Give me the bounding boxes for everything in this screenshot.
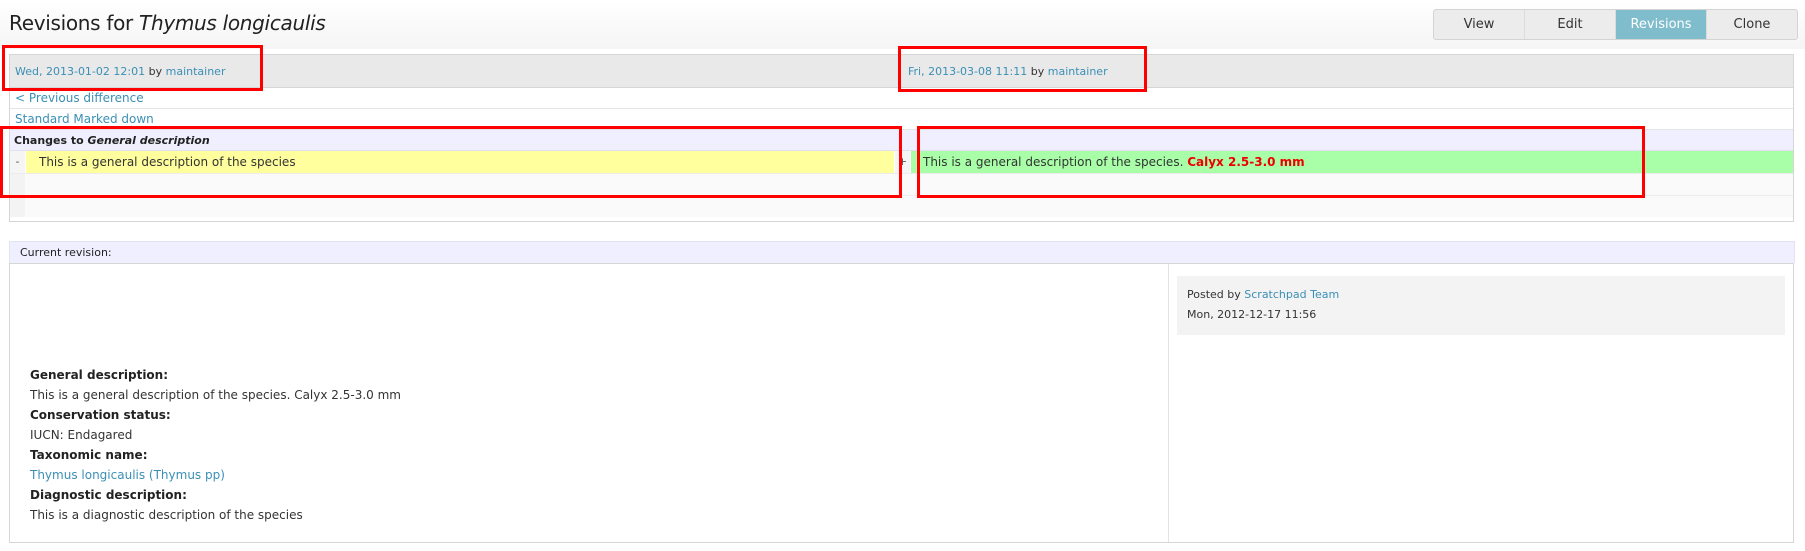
- changes-heading-row: Changes to General description: [10, 130, 1793, 151]
- current-revision-label: Current revision:: [20, 246, 112, 259]
- previous-difference-link[interactable]: < Previous difference: [15, 91, 144, 105]
- tab-clone[interactable]: Clone: [1707, 10, 1797, 39]
- taxonomic-name-link[interactable]: Thymus longicaulis (Thymus pp): [30, 465, 401, 485]
- right-revision-user-link[interactable]: maintainer: [1048, 65, 1108, 78]
- left-revision-meta: Wed, 2013-01-02 12:01 by maintainer: [15, 65, 225, 78]
- added-line: This is a general description of the spe…: [911, 151, 1793, 173]
- field-value: This is a general description of the spe…: [30, 388, 401, 402]
- tab-edit[interactable]: Edit: [1525, 10, 1616, 39]
- changes-prefix: Changes to: [14, 134, 84, 147]
- diff-line-row: - This is a general description of the s…: [10, 151, 1793, 173]
- current-revision-heading: Current revision:: [9, 241, 1795, 263]
- changes-field-name: General description: [87, 134, 210, 147]
- view-mode-row: Standard Marked down: [10, 109, 1793, 130]
- right-revision-date-link[interactable]: Fri, 2013-03-08 11:11: [908, 65, 1027, 78]
- diff-table: Wed, 2013-01-02 12:01 by maintainer Fri,…: [9, 54, 1794, 222]
- posted-by-user-link[interactable]: Scratchpad Team: [1244, 288, 1339, 301]
- changes-heading: Changes to General description: [14, 134, 210, 147]
- previous-difference-row: < Previous difference: [10, 88, 1793, 109]
- added-line-text: This is a general description of the spe…: [923, 155, 1184, 169]
- field-value: IUCN: Endagared: [30, 428, 133, 442]
- deleted-marker: -: [10, 151, 25, 173]
- tab-view[interactable]: View: [1434, 10, 1525, 39]
- page-title-species: Thymus longicaulis: [139, 11, 326, 35]
- posted-by: Posted by Scratchpad Team: [1187, 288, 1339, 301]
- field-label: Taxonomic name:: [30, 448, 148, 462]
- added-marker: +: [895, 151, 910, 173]
- deleted-line-text: This is a general description of the spe…: [39, 155, 296, 169]
- left-revision-user-link[interactable]: maintainer: [166, 65, 226, 78]
- field-label: General description:: [30, 368, 169, 382]
- current-revision-panel: General description: This is a general d…: [9, 263, 1794, 543]
- right-revision-meta: Fri, 2013-03-08 11:11 by maintainer: [908, 65, 1108, 78]
- left-revision-date-link[interactable]: Wed, 2013-01-02 12:01: [15, 65, 145, 78]
- deleted-line: This is a general description of the spe…: [26, 151, 894, 173]
- left-revision-by: by: [148, 65, 163, 78]
- added-insert-text: Calyx 2.5-3.0 mm: [1187, 155, 1305, 169]
- diff-header: Wed, 2013-01-02 12:01 by maintainer Fri,…: [10, 55, 1793, 88]
- column-divider: [1168, 264, 1169, 542]
- field-label: Diagnostic description:: [30, 488, 187, 502]
- diff-blank-row: [10, 173, 1793, 195]
- right-revision-by: by: [1030, 65, 1045, 78]
- posted-by-label: Posted by: [1187, 288, 1241, 301]
- view-mode-links[interactable]: Standard Marked down: [15, 112, 154, 126]
- field-value: This is a diagnostic description of the …: [30, 508, 303, 522]
- tab-revisions[interactable]: Revisions: [1616, 10, 1707, 39]
- page-title: Revisions for Thymus longicaulis: [9, 11, 326, 35]
- field-label: Conservation status:: [30, 408, 171, 422]
- page-title-prefix: Revisions for: [9, 11, 133, 35]
- diff-blank-row: [10, 195, 1793, 217]
- posted-date: Mon, 2012-12-17 11:56: [1187, 308, 1317, 321]
- tabs: View Edit Revisions Clone: [1433, 9, 1798, 40]
- node-fields: General description: This is a general d…: [30, 365, 401, 525]
- top-bar: Revisions for Thymus longicaulis View Ed…: [0, 0, 1805, 49]
- posted-info-box: Posted by Scratchpad Team Mon, 2012-12-1…: [1177, 276, 1785, 335]
